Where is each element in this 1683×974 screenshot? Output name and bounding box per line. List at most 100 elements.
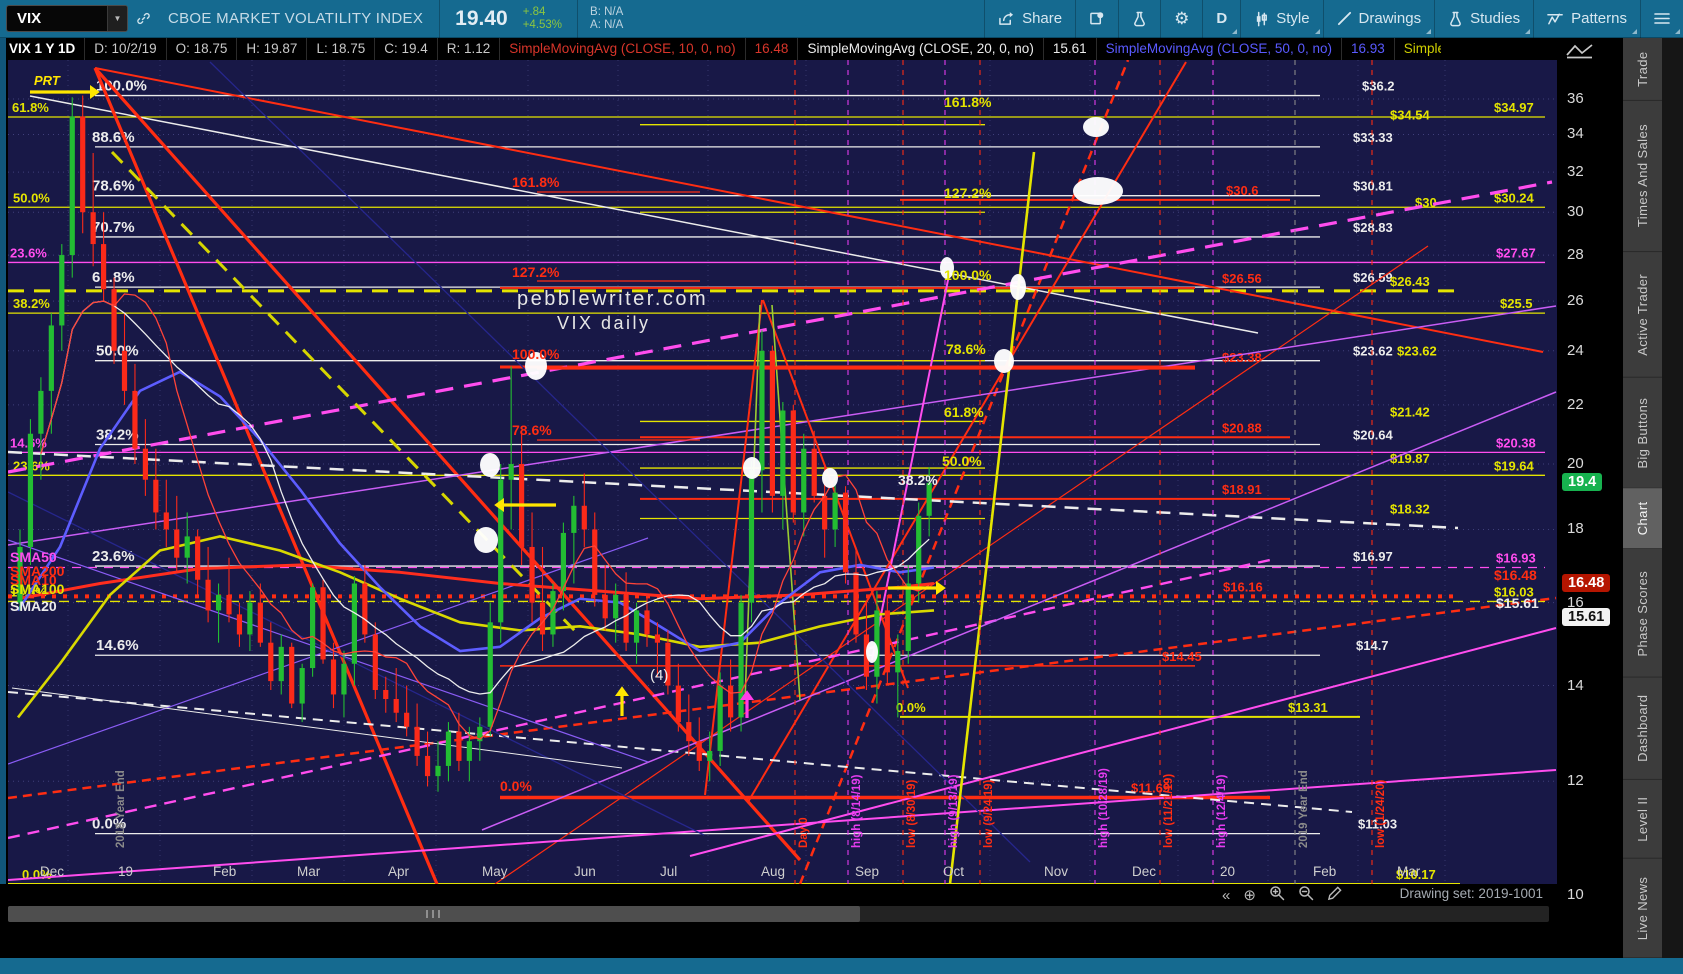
study-label[interactable]: SimpleMovingAvg (CLOSE, 10, 0, no) <box>500 38 746 60</box>
svg-text:$20.64: $20.64 <box>1353 427 1394 442</box>
tab-live-news[interactable]: Live News <box>1623 858 1662 958</box>
scrollbar-thumb[interactable] <box>8 906 860 922</box>
sma-static <box>16 535 935 719</box>
last-price: 19.40 <box>455 6 508 30</box>
axis-tick: 10 <box>1567 885 1584 903</box>
study-label-clipped: SimpleMovingAvg <box>1403 41 1441 56</box>
price-change: +.84 +4.53% <box>522 5 563 31</box>
svg-text:78.6%: 78.6% <box>92 178 135 195</box>
svg-text:$18.91: $18.91 <box>1222 482 1262 497</box>
svg-text:161.8%: 161.8% <box>944 94 992 110</box>
tab-times-and-sales[interactable]: Times And Sales <box>1623 100 1662 252</box>
price-badge: 15.61 <box>1562 607 1611 626</box>
svg-text:Dec: Dec <box>1132 864 1156 879</box>
quick-study-button[interactable] <box>1119 0 1160 38</box>
gear-icon: ⚙ <box>1174 8 1190 28</box>
symbol-input[interactable]: VIX ▼ <box>6 5 128 32</box>
axis-tick: 26 <box>1567 292 1584 310</box>
svg-text:127.2%: 127.2% <box>944 185 992 201</box>
svg-text:100.0%: 100.0% <box>944 267 992 283</box>
svg-text:38.2%: 38.2% <box>96 426 139 443</box>
tab-active-trader[interactable]: Active Trader <box>1623 251 1662 378</box>
svg-text:38.2%: 38.2% <box>13 296 50 311</box>
svg-text:161.8%: 161.8% <box>512 174 560 190</box>
svg-text:low (8/30/19): low (8/30/19) <box>906 779 918 848</box>
axis-tick: 20 <box>1567 455 1584 473</box>
price-badge: 16.48 <box>1562 574 1611 593</box>
hamburger-menu-icon <box>1654 13 1670 24</box>
tab-phase-scores[interactable]: Phase Scores <box>1623 549 1662 678</box>
svg-text:high (9/13/19): high (9/13/19) <box>948 774 960 848</box>
pattern-zigzag-icon <box>1547 13 1563 24</box>
price-axis[interactable]: 36 34 32 30 28 26 24 22 20 18 16 14 12 10 19.4 16.48 15.… <box>1557 38 1623 958</box>
study-value: 15.61 <box>1044 38 1097 60</box>
onDemand-button[interactable] <box>1076 0 1118 38</box>
svg-text:61.8%: 61.8% <box>12 100 49 115</box>
divider <box>577 0 579 38</box>
chart-style-toggle-icon[interactable] <box>1565 42 1595 64</box>
svg-text:low (11/21/19): low (11/21/19) <box>1163 774 1175 848</box>
time-scrollbar[interactable] <box>8 906 1549 922</box>
scrollbar-grip[interactable] <box>426 910 442 918</box>
bid-ask: B: N/A A: N/A <box>590 5 624 31</box>
axis-tick: 14 <box>1567 676 1584 694</box>
tab-chart[interactable]: Chart <box>1623 488 1662 550</box>
svg-text:$26.56: $26.56 <box>1222 271 1262 286</box>
tab-big-buttons[interactable]: Big Buttons <box>1623 377 1662 489</box>
svg-text:38.2%: 38.2% <box>898 472 938 488</box>
svg-text:VIX daily: VIX daily <box>557 313 651 333</box>
studies-button[interactable]: Studies <box>1435 0 1533 38</box>
style-button[interactable]: Style <box>1241 0 1322 38</box>
zoom-out-icon[interactable] <box>1298 885 1314 905</box>
ohlc-status-row: VIX 1 Y 1D D: 10/2/19 O: 18.75 H: 19.87 L: 1… <box>0 38 1557 60</box>
svg-text:78.6%: 78.6% <box>946 341 986 357</box>
study-label[interactable]: SimpleMovingAvg (CLOSE, 50, 0, no) <box>1097 38 1342 60</box>
drawings-button[interactable]: Drawings <box>1324 0 1435 38</box>
tab-dashboard[interactable]: Dashboard <box>1623 677 1662 781</box>
share-button[interactable]: Share <box>985 0 1075 38</box>
symbol-value: VIX <box>17 10 42 27</box>
svg-text:Feb: Feb <box>1313 864 1336 879</box>
svg-text:20: 20 <box>1220 864 1235 879</box>
study-label[interactable]: SimpleMovingAvg (CLOSE, 20, 0, no) <box>798 38 1044 60</box>
axis-tick: 30 <box>1567 203 1584 221</box>
axis-tick: 36 <box>1567 89 1584 107</box>
chart-menu-button[interactable] <box>1641 0 1683 38</box>
svg-text:low (1/24/20): low (1/24/20) <box>1375 779 1387 848</box>
tab-trade[interactable]: Trade <box>1623 38 1662 101</box>
svg-text:SMA100: SMA100 <box>10 581 65 597</box>
svg-text:$16.97: $16.97 <box>1353 549 1393 564</box>
svg-text:$28.83: $28.83 <box>1353 220 1393 235</box>
draw-pencil-icon[interactable] <box>1327 885 1342 905</box>
axis-tick: 12 <box>1567 772 1584 790</box>
instrument-title: CBOE MARKET VOLATILITY INDEX <box>168 10 424 27</box>
divider <box>439 0 441 38</box>
svg-text:50.0%: 50.0% <box>96 343 139 360</box>
svg-text:61.8%: 61.8% <box>944 404 984 420</box>
svg-text:Jun: Jun <box>574 864 596 879</box>
chart-canvas[interactable]: $36.2 100.0% $33.33 88.6% $30.81 78.6% $28.83 7… <box>8 60 1557 884</box>
gadget-tab-strip: Trade Times And Sales Active Trader Big But… <box>1623 38 1662 958</box>
patterns-button[interactable]: Patterns <box>1534 0 1640 38</box>
svg-text:$23.62: $23.62 <box>1397 344 1437 359</box>
price-badge: 19.4 <box>1562 472 1603 491</box>
svg-text:$16.16: $16.16 <box>1223 579 1263 594</box>
tab-level-ii[interactable]: Level II <box>1623 780 1662 859</box>
crosshair-icon[interactable]: ⊕ <box>1243 886 1256 904</box>
trendline-icon <box>1337 11 1351 26</box>
svg-text:100.0%: 100.0% <box>512 346 560 362</box>
axis-tick: 28 <box>1567 246 1584 264</box>
settings-button[interactable]: ⚙ <box>1161 0 1202 38</box>
study-value: 16.48 <box>746 38 799 60</box>
axis-tick: 24 <box>1567 341 1584 359</box>
sma-static <box>17 563 935 601</box>
pan-left-icon[interactable]: « <box>1222 887 1230 904</box>
chart-footer: « ⊕ Drawing set: 2019-1001 <box>0 884 1557 958</box>
symbol-dropdown-caret-icon[interactable]: ▼ <box>107 6 127 31</box>
status-segment: D: 10/2/19 <box>85 38 167 60</box>
share-icon <box>999 12 1014 25</box>
zoom-in-icon[interactable] <box>1269 885 1285 905</box>
link-icon[interactable] <box>136 11 151 26</box>
timeframe-button[interactable]: D <box>1203 0 1240 38</box>
svg-text:23.6%: 23.6% <box>10 245 47 260</box>
